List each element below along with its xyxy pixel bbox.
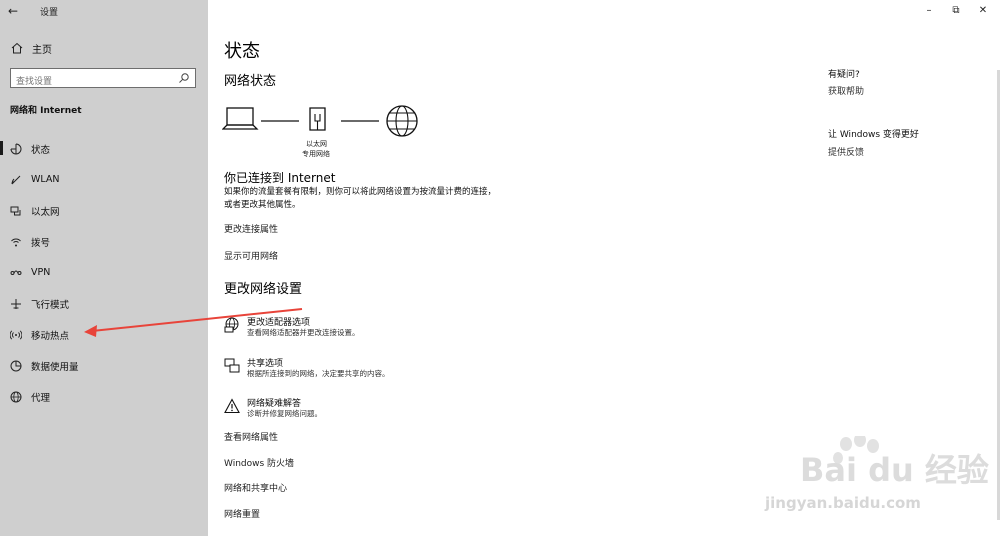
watermark-url: jingyan.baidu.com <box>765 494 921 512</box>
internet-globe-icon <box>386 105 418 137</box>
watermark-text: Bai du 经验 <box>800 451 989 489</box>
option-desc: 根据所连接到的网络，决定要共享的内容。 <box>247 369 390 378</box>
sidebar-nav: 状态 WLAN 以太网 拨号 VPN 飞行模式 移动热点 数据使用量 代理 <box>0 133 208 412</box>
minimize-icon[interactable]: – <box>922 4 936 18</box>
sidebar-item-data-usage[interactable]: 数据使用量 <box>0 350 208 381</box>
search-input[interactable] <box>11 73 171 91</box>
search-box[interactable] <box>10 68 196 91</box>
give-feedback-link[interactable]: 提供反馈 <box>828 145 864 158</box>
ethernet-icon <box>10 206 21 215</box>
wifi-icon <box>11 175 21 184</box>
page-title: 状态 <box>224 41 260 62</box>
sidebar-item-label: VPN <box>31 267 51 278</box>
home-label: 主页 <box>32 44 52 56</box>
sidebar-item-label: 飞行模式 <box>31 299 70 311</box>
sidebar-item-airplane[interactable]: 飞行模式 <box>0 288 208 319</box>
laptop-icon <box>222 107 259 130</box>
app-title: 设置 <box>40 8 59 18</box>
windows-firewall-link[interactable]: Windows 防火墙 <box>224 456 294 469</box>
sidebar-item-label: 以太网 <box>31 206 60 218</box>
sidebar-item-wlan[interactable]: WLAN <box>0 164 208 195</box>
data-usage-icon <box>10 360 22 371</box>
show-available-networks-link[interactable]: 显示可用网络 <box>224 249 278 262</box>
globe-icon <box>10 391 22 402</box>
ethernet-port-icon <box>309 107 326 131</box>
option-desc: 查看网络适配器并更改连接设置。 <box>247 328 360 337</box>
section-title: 网络和 Internet <box>10 106 82 116</box>
sidebar-item-vpn[interactable]: VPN <box>0 257 208 288</box>
restore-icon[interactable]: ⧉ <box>949 4 963 18</box>
search-icon[interactable] <box>178 72 190 84</box>
sidebar-item-status[interactable]: 状态 <box>0 133 208 164</box>
sidebar-item-hotspot[interactable]: 移动热点 <box>0 319 208 350</box>
improve-windows-heading: 让 Windows 变得更好 <box>828 130 919 140</box>
sidebar-item-label: 移动热点 <box>31 330 70 342</box>
title-bar: ← 设置 <box>0 0 208 22</box>
sidebar-item-label: 拨号 <box>31 237 51 249</box>
sharing-icon <box>224 358 240 373</box>
back-arrow-icon[interactable]: ← <box>8 3 24 19</box>
sidebar-item-proxy[interactable]: 代理 <box>0 381 208 412</box>
network-sharing-center-link[interactable]: 网络和共享中心 <box>224 481 287 494</box>
vpn-icon <box>10 270 22 275</box>
warning-icon <box>224 398 240 414</box>
status-icon <box>10 143 22 154</box>
change-connection-properties-link[interactable]: 更改连接属性 <box>224 222 278 235</box>
dialup-icon <box>11 238 21 246</box>
connected-description: 如果你的流量套餐有限制，则你可以将此网络设置为按流量计费的连接，或者更改其他属性… <box>224 187 497 210</box>
get-help-link[interactable]: 获取帮助 <box>828 84 864 97</box>
adapter-options[interactable]: 更改适配器选项 查看网络适配器并更改连接设置。 <box>224 315 524 341</box>
airplane-icon <box>11 298 21 309</box>
network-status-heading: 网络状态 <box>224 74 277 89</box>
hotspot-icon <box>10 329 22 340</box>
option-desc: 诊断并修复网络问题。 <box>247 409 322 418</box>
diagram-label-private: 专用网络 <box>302 150 330 158</box>
sidebar-item-label: 数据使用量 <box>31 361 79 373</box>
home-icon <box>11 42 23 54</box>
close-icon[interactable]: ✕ <box>976 4 990 18</box>
adapter-icon <box>224 317 239 333</box>
sidebar-item-ethernet[interactable]: 以太网 <box>0 195 208 226</box>
sidebar-item-dialup[interactable]: 拨号 <box>0 226 208 257</box>
help-heading: 有疑问? <box>828 70 860 80</box>
sidebar-item-label: 状态 <box>31 144 51 156</box>
connected-heading: 你已连接到 Internet <box>224 171 336 185</box>
change-network-settings-heading: 更改网络设置 <box>224 282 303 297</box>
view-network-properties-link[interactable]: 查看网络属性 <box>224 430 278 443</box>
network-reset-link[interactable]: 网络重置 <box>224 507 260 520</box>
sharing-options[interactable]: 共享选项 根据所连接到的网络，决定要共享的内容。 <box>224 356 524 382</box>
sidebar-item-label: WLAN <box>31 174 60 185</box>
sidebar: ← 设置 主页 网络和 Internet 状态 WLAN <box>0 0 208 536</box>
home-button[interactable]: 主页 <box>10 40 52 56</box>
troubleshoot-options[interactable]: 网络疑难解答 诊断并修复网络问题。 <box>224 396 524 422</box>
sidebar-item-label: 代理 <box>31 392 51 404</box>
diagram-label-ethernet: 以太网 <box>306 140 327 148</box>
